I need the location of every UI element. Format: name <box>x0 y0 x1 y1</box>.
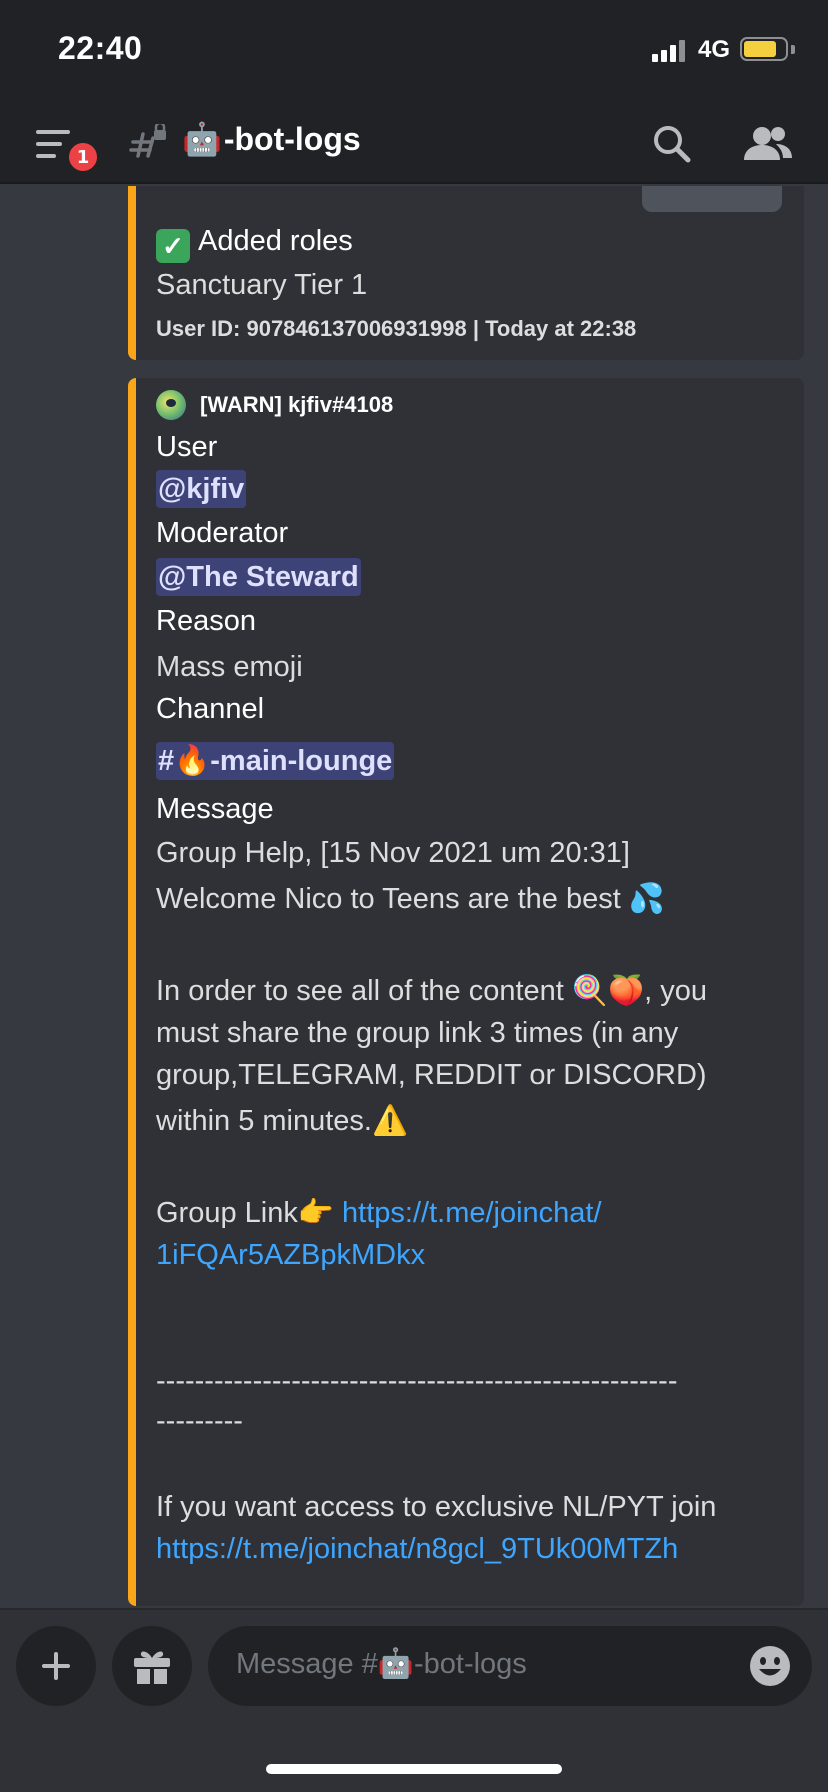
embed-thumbnail[interactable] <box>642 186 782 212</box>
group-link-1-continued[interactable]: 1iFQAr5AZBpkMDkx <box>156 1236 425 1274</box>
hash-lock-icon <box>129 124 166 158</box>
group-link-1[interactable]: https://t.me/joinchat/ <box>342 1197 602 1229</box>
separator-line: --------- <box>156 1405 243 1437</box>
embed-footer: User ID: 907846137006931998 | Today at 2… <box>156 316 637 341</box>
channel-name: -bot-logs <box>223 120 361 157</box>
author-name: [WARN] kjfiv#4108 <box>200 392 394 417</box>
search-icon <box>654 126 691 163</box>
channel-header: 1 🤖 -bot-logs <box>0 104 828 184</box>
members-icon <box>744 127 792 160</box>
attach-button[interactable] <box>16 1626 96 1706</box>
field-name-moderator: Moderator <box>156 517 289 549</box>
group-link-label: Group Link👉 <box>156 1197 343 1229</box>
channel-mention-prefix: # <box>158 745 175 777</box>
message-composer: Message #🤖-bot-logs <box>0 1608 828 1792</box>
group-link-line: Group Link👉 https://t.me/joinchat/ <box>156 1194 602 1232</box>
placeholder-robot-emoji: 🤖 <box>377 1648 414 1680</box>
field-name-added-roles: Added roles <box>198 225 353 257</box>
message-line: within 5 minutes.⚠️ <box>156 1105 409 1137</box>
gift-button[interactable] <box>112 1626 192 1706</box>
author-avatar[interactable] <box>156 390 186 420</box>
gift-icon <box>134 1651 170 1684</box>
channel-mention[interactable]: #🔥-main-lounge <box>156 742 395 780</box>
role-update-embed: changed ✓Added roles Sanctuary Tier 1 Us… <box>128 186 804 360</box>
emoji-button[interactable] <box>748 1644 792 1688</box>
channel-title[interactable]: 🤖 -bot-logs <box>182 120 361 158</box>
members-button[interactable] <box>740 120 796 168</box>
menu-button[interactable]: 1 <box>28 118 104 174</box>
placeholder-channel: -bot-logs <box>413 1648 527 1680</box>
field-name-user: User <box>156 431 218 463</box>
added-roles-field: ✓ Added roles <box>156 222 353 263</box>
message-line: Group Help, [15 Nov 2021 um 20:31] <box>156 837 630 869</box>
message-line: must share the group link 3 times (in an… <box>156 1017 679 1049</box>
field-value-reason: Mass emoji <box>156 651 303 683</box>
status-time: 22:40 <box>58 30 143 66</box>
user-mention[interactable]: @kjfiv <box>156 470 247 508</box>
message-line: In order to see all of the content 🍭🍑, y… <box>156 975 708 1007</box>
field-name-channel: Channel <box>156 693 265 725</box>
moderator-mention[interactable]: @The Steward <box>156 558 361 596</box>
message-line: Welcome Nico to Teens are the best 💦 <box>156 883 665 915</box>
message-line: group,TELEGRAM, REDDIT or DISCORD) <box>156 1059 707 1091</box>
field-name-reason: Reason <box>156 605 256 637</box>
embed-author: [WARN] kjfiv#4108 <box>156 390 393 420</box>
signal-icon <box>652 40 688 62</box>
search-button[interactable] <box>648 120 696 168</box>
message-list[interactable]: changed ✓Added roles Sanctuary Tier 1 Us… <box>0 186 828 1608</box>
separator-line: ----------------------------------------… <box>156 1365 678 1397</box>
message-input-placeholder: Message #🤖-bot-logs <box>236 1647 527 1681</box>
check-mark-emoji: ✓ <box>156 229 190 263</box>
status-bar: 22:40 4G <box>0 0 828 104</box>
plus-icon <box>42 1652 70 1680</box>
fire-emoji: 🔥 <box>174 745 211 777</box>
network-label: 4G <box>698 36 731 63</box>
placeholder-prefix: Message # <box>236 1648 378 1680</box>
notification-badge: 1 <box>66 140 100 174</box>
message-line: If you want access to exclusive NL/PYT j… <box>156 1491 717 1523</box>
warn-embed: [WARN] kjfiv#4108 User @kjfiv Moderator … <box>128 378 804 1606</box>
emoji-icon <box>750 1646 790 1686</box>
robot-emoji: 🤖 <box>182 121 222 157</box>
exclusive-link[interactable]: https://t.me/joinchat/n8gcl_9TUk00MTZh <box>156 1530 678 1568</box>
message-input[interactable]: Message #🤖-bot-logs <box>208 1626 812 1706</box>
battery-tip <box>791 45 795 54</box>
field-value-roles: Sanctuary Tier 1 <box>156 269 368 301</box>
channel-mention-name: -main-lounge <box>210 745 393 777</box>
home-indicator[interactable] <box>266 1764 562 1774</box>
battery-icon <box>740 37 788 61</box>
field-name-message: Message <box>156 793 274 825</box>
